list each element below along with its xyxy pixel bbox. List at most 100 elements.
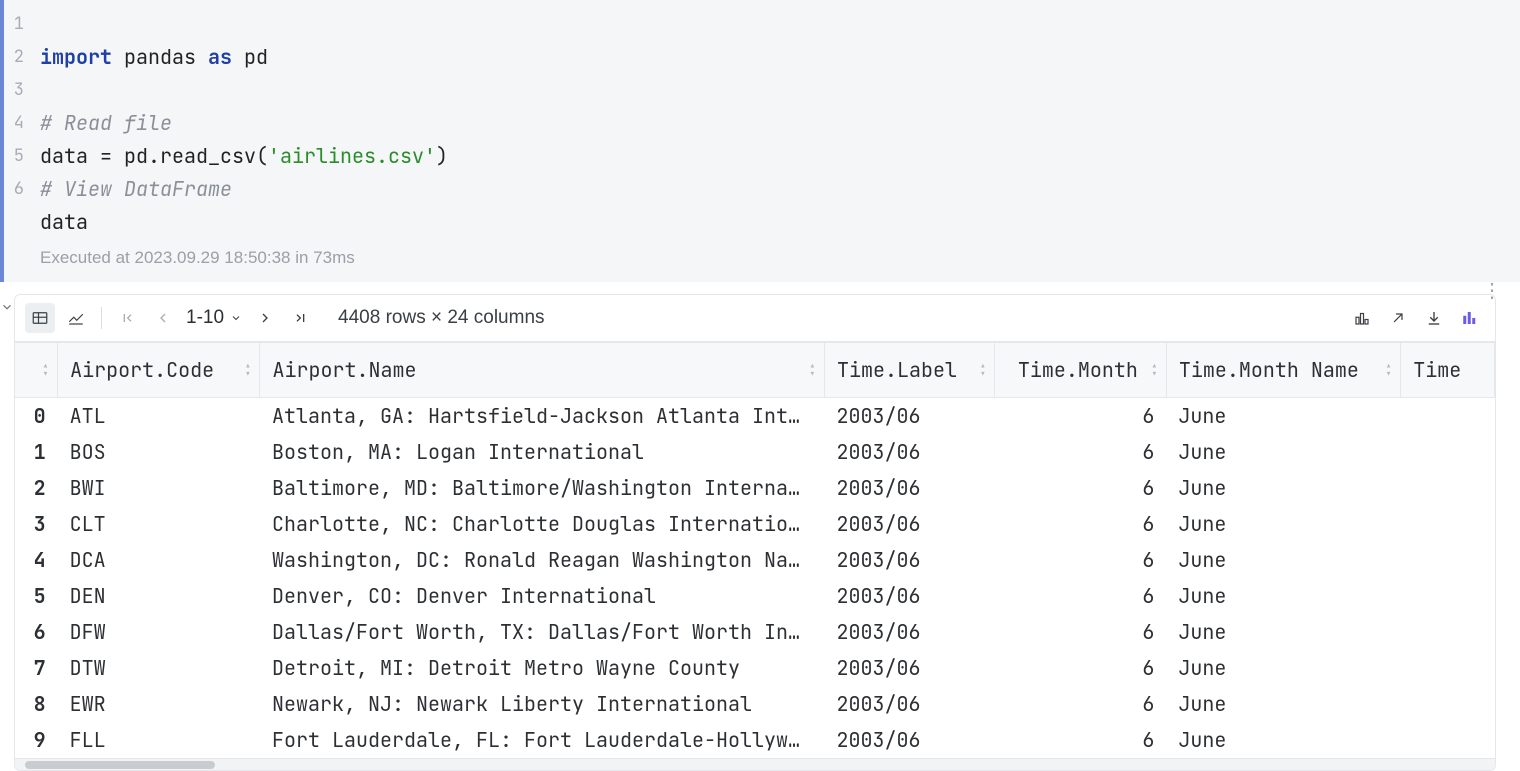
table-row[interactable]: 5DENDenver, CO: Denver International2003…	[15, 578, 1495, 614]
shape-info: 4408 rows × 24 columns	[338, 307, 544, 329]
cell-time-label: 2003/06	[825, 650, 995, 686]
scrollbar-thumb[interactable]	[25, 761, 215, 769]
table-header-row: ▴▾ Airport.Code▴▾ Airport.Name▴▾ Time.La…	[15, 343, 1495, 398]
cell-time-label: 2003/06	[825, 506, 995, 542]
column-header-time-month-name[interactable]: Time.Month Name▴▾	[1166, 343, 1400, 398]
cell-time-month-name: June	[1166, 650, 1400, 686]
column-header-time[interactable]: Time	[1401, 343, 1495, 398]
first-page-icon[interactable]	[112, 303, 142, 333]
table-view-icon[interactable]	[25, 303, 55, 333]
cell-time-label: 2003/06	[825, 614, 995, 650]
visualize-icon[interactable]	[1455, 303, 1485, 333]
output-area: 1-10 4408 rows × 24 columns	[0, 294, 1520, 771]
cell-time-label: 2003/06	[825, 578, 995, 614]
column-header-time-label[interactable]: Time.Label▴▾	[825, 343, 995, 398]
next-page-icon[interactable]	[250, 303, 280, 333]
cell-time	[1401, 722, 1495, 758]
column-header-code[interactable]: Airport.Code▴▾	[58, 343, 260, 398]
cell-time-label: 2003/06	[825, 686, 995, 722]
table-row[interactable]: 3CLTCharlotte, NC: Charlotte Douglas Int…	[15, 506, 1495, 542]
cell-time-label: 2003/06	[825, 722, 995, 758]
cell-time-month-name: June	[1166, 470, 1400, 506]
cell-name: Atlanta, GA: Hartsfield-Jackson Atlanta …	[260, 398, 825, 435]
chevron-down-icon[interactable]	[0, 300, 14, 771]
cell-time-month-name: June	[1166, 506, 1400, 542]
row-index: 2	[15, 470, 58, 506]
cell-time-label: 2003/06	[825, 542, 995, 578]
cell-name: Denver, CO: Denver International	[260, 578, 825, 614]
cell-code: BWI	[58, 470, 260, 506]
row-index: 5	[15, 578, 58, 614]
cell-time-month: 6	[995, 578, 1166, 614]
cell-name: Dallas/Fort Worth, TX: Dallas/Fort Worth…	[260, 614, 825, 650]
cell-time-month-name: June	[1166, 398, 1400, 435]
cell-name: Charlotte, NC: Charlotte Douglas Interna…	[260, 506, 825, 542]
cell-time-month: 6	[995, 434, 1166, 470]
table-row[interactable]: 7DTWDetroit, MI: Detroit Metro Wayne Cou…	[15, 650, 1495, 686]
table-row[interactable]: 8EWRNewark, NJ: Newark Liberty Internati…	[15, 686, 1495, 722]
page-range[interactable]: 1-10	[184, 307, 244, 329]
column-stats-icon[interactable]	[1347, 303, 1377, 333]
cell-name: Boston, MA: Logan International	[260, 434, 825, 470]
cell-code: CLT	[58, 506, 260, 542]
row-index: 9	[15, 722, 58, 758]
table-row[interactable]: 6DFWDallas/Fort Worth, TX: Dallas/Fort W…	[15, 614, 1495, 650]
cell-code: DFW	[58, 614, 260, 650]
cell-code: DTW	[58, 650, 260, 686]
column-header-time-month[interactable]: Time.Month▴▾	[995, 343, 1166, 398]
cell-time	[1401, 542, 1495, 578]
cell-time	[1401, 686, 1495, 722]
open-external-icon[interactable]	[1383, 303, 1413, 333]
last-page-icon[interactable]	[286, 303, 316, 333]
table-row[interactable]: 1BOSBoston, MA: Logan International2003/…	[15, 434, 1495, 470]
execution-info: Executed at 2023.09.29 18:50:38 in 73ms	[40, 241, 1520, 274]
line-number-gutter: 1 2 3 4 5 6	[4, 4, 32, 274]
code-editor[interactable]: import pandas as pd # Read file data = p…	[32, 4, 1520, 274]
row-index: 6	[15, 614, 58, 650]
cell-time-month-name: June	[1166, 578, 1400, 614]
download-icon[interactable]	[1419, 303, 1449, 333]
cell-time-month-name: June	[1166, 614, 1400, 650]
cell-code: DCA	[58, 542, 260, 578]
cell-time	[1401, 614, 1495, 650]
dataframe-table[interactable]: ▴▾ Airport.Code▴▾ Airport.Name▴▾ Time.La…	[14, 342, 1496, 771]
cell-time-month: 6	[995, 506, 1166, 542]
cell-time-month-name: June	[1166, 686, 1400, 722]
cell-time-month: 6	[995, 470, 1166, 506]
table-row[interactable]: 9FLLFort Lauderdale, FL: Fort Lauderdale…	[15, 722, 1495, 758]
row-index: 1	[15, 434, 58, 470]
column-header-name[interactable]: Airport.Name▴▾	[260, 343, 825, 398]
table-row[interactable]: 2BWIBaltimore, MD: Baltimore/Washington …	[15, 470, 1495, 506]
cell-time	[1401, 506, 1495, 542]
cell-time-month: 6	[995, 398, 1166, 435]
cell-time-month: 6	[995, 722, 1166, 758]
index-header[interactable]: ▴▾	[15, 343, 58, 398]
cell-time-month-name: June	[1166, 434, 1400, 470]
table-row[interactable]: 4DCAWashington, DC: Ronald Reagan Washin…	[15, 542, 1495, 578]
horizontal-scrollbar[interactable]	[15, 758, 1495, 770]
row-index: 0	[15, 398, 58, 435]
cell-time-month: 6	[995, 686, 1166, 722]
cell-name: Washington, DC: Ronald Reagan Washington…	[260, 542, 825, 578]
row-index: 8	[15, 686, 58, 722]
cell-time-month-name: June	[1166, 722, 1400, 758]
separator	[101, 307, 102, 329]
prev-page-icon[interactable]	[148, 303, 178, 333]
cell-time	[1401, 434, 1495, 470]
chart-view-icon[interactable]	[61, 303, 91, 333]
cell-time-label: 2003/06	[825, 470, 995, 506]
cell-code: ATL	[58, 398, 260, 435]
cell-time-label: 2003/06	[825, 434, 995, 470]
cell-code: FLL	[58, 722, 260, 758]
more-options-icon[interactable]: ⋮	[1482, 278, 1502, 303]
cell-time-label: 2003/06	[825, 398, 995, 435]
cell-name: Detroit, MI: Detroit Metro Wayne County	[260, 650, 825, 686]
cell-name: Fort Lauderdale, FL: Fort Lauderdale-Hol…	[260, 722, 825, 758]
cell-time-month: 6	[995, 542, 1166, 578]
code-cell[interactable]: 1 2 3 4 5 6 import pandas as pd # Read f…	[0, 0, 1520, 282]
table-row[interactable]: 0ATLAtlanta, GA: Hartsfield-Jackson Atla…	[15, 398, 1495, 435]
cell-code: EWR	[58, 686, 260, 722]
cell-name: Baltimore, MD: Baltimore/Washington Inte…	[260, 470, 825, 506]
row-index: 7	[15, 650, 58, 686]
cell-time-month: 6	[995, 614, 1166, 650]
